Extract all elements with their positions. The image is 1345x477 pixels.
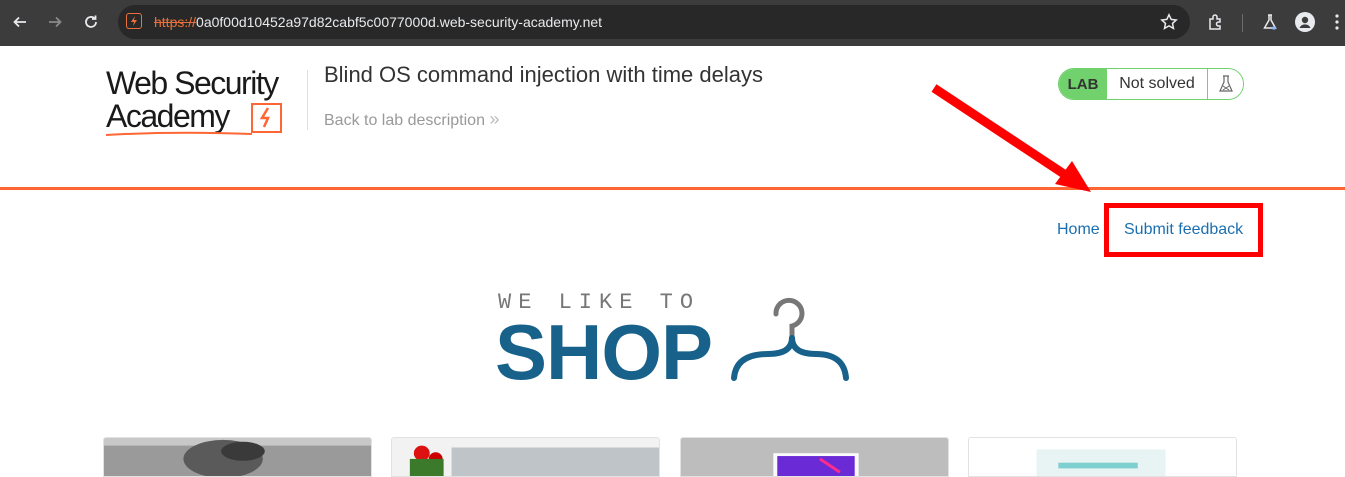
url-text: https://0a0f00d10452a97d82cabf5c0077000d… <box>154 14 602 30</box>
url-scheme: https:// <box>154 14 197 30</box>
product-image <box>392 438 659 476</box>
browser-menu-icon[interactable] <box>1326 11 1345 33</box>
clothes-hanger-icon <box>731 297 849 381</box>
lab-title: Blind OS command injection with time del… <box>324 62 763 87</box>
url-host: 0a0f00d10452a97d82cabf5c0077000d.web-sec… <box>196 14 603 30</box>
profile-avatar-icon[interactable] <box>1294 11 1316 33</box>
toolbar-divider <box>1242 14 1243 32</box>
bookmark-star-icon[interactable] <box>1160 13 1178 36</box>
site-info-icon[interactable] <box>126 13 142 29</box>
address-bar[interactable]: https://0a0f00d10452a97d82cabf5c0077000d… <box>118 5 1190 39</box>
annotation-arrow <box>931 84 1091 192</box>
product-image <box>969 438 1236 476</box>
header-orange-divider <box>0 187 1345 190</box>
logo-line2: Academy <box>106 98 230 134</box>
header-divider <box>307 70 308 130</box>
product-card-2[interactable] <box>391 437 660 477</box>
web-security-academy-logo[interactable]: Web Security Academy <box>104 66 304 138</box>
back-to-lab-description-link[interactable]: Back to lab description » <box>324 109 499 130</box>
product-card-4[interactable] <box>968 437 1237 477</box>
browser-toolbar: https://0a0f00d10452a97d82cabf5c0077000d… <box>0 0 1345 46</box>
logo-underline-swoosh <box>105 131 253 136</box>
lab-flask-icon <box>1207 69 1243 99</box>
back-link-label: Back to lab description <box>324 112 485 129</box>
lab-status-text: Not solved <box>1107 69 1207 99</box>
logo-lightning-box <box>251 103 282 133</box>
product-card-3[interactable] <box>680 437 949 477</box>
forward-arrow-icon[interactable] <box>44 11 66 33</box>
reload-icon[interactable] <box>80 11 102 33</box>
labs-flask-icon[interactable] <box>1259 11 1281 33</box>
logo-line1: Web Security <box>106 65 279 101</box>
extensions-puzzle-icon[interactable] <box>1205 11 1227 33</box>
back-arrow-icon[interactable] <box>9 11 31 33</box>
home-link[interactable]: Home <box>1057 221 1100 239</box>
product-image <box>104 438 371 476</box>
double-chevron-icon: » <box>489 109 500 129</box>
annotation-highlight-box <box>1104 203 1263 257</box>
product-card-1[interactable] <box>103 437 372 477</box>
product-image <box>681 438 948 476</box>
shop-name: SHOP <box>495 308 713 396</box>
